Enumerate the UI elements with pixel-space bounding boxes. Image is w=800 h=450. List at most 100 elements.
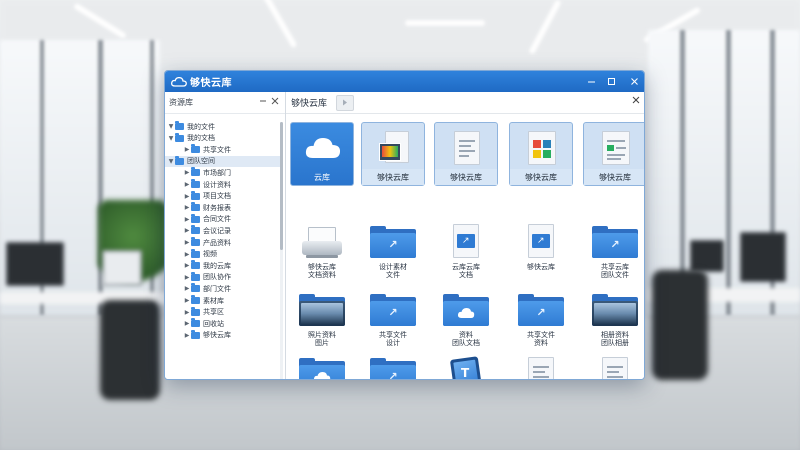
file-thumbnail[interactable] — [583, 354, 644, 379]
file-tile[interactable]: ↗ 设计素材 文件 — [361, 222, 425, 279]
file-caption: 够快云库 文档资料 — [308, 263, 336, 279]
close-pane-button[interactable] — [271, 97, 279, 108]
featured-tile[interactable]: 够快云库 — [509, 122, 573, 186]
file-thumbnail[interactable] — [583, 290, 644, 330]
close-button[interactable] — [624, 71, 644, 92]
file-tile[interactable]: 资料 团队文档 — [434, 290, 498, 347]
file-tile[interactable]: ↗ 云库云库 文档 — [434, 222, 498, 279]
file-thumbnail[interactable]: T — [434, 354, 498, 379]
file-tile[interactable]: ↗ 够快云库 — [509, 222, 573, 271]
tree-item[interactable]: ▶ 会议记录 — [165, 225, 283, 236]
chevron-right-icon[interactable]: ▶ — [183, 285, 191, 292]
chevron-right-icon[interactable]: ▶ — [183, 227, 191, 234]
featured-card[interactable]: 云库 — [290, 122, 354, 186]
tree-item[interactable]: ▼ 我的文件 — [165, 121, 283, 132]
chevron-right-icon[interactable]: ▶ — [183, 332, 191, 339]
featured-tile[interactable]: 够快云库 — [583, 122, 644, 186]
file-caption: 共享文件 设计 — [379, 331, 407, 347]
file-tile[interactable]: T — [434, 354, 498, 379]
tree-item[interactable]: ▶ 部门文件 — [165, 283, 283, 294]
file-thumbnail[interactable]: ↗ — [361, 222, 425, 262]
featured-tile[interactable]: 云库 — [290, 122, 354, 186]
file-thumbnail[interactable] — [290, 222, 354, 262]
tree-item[interactable]: ▶ 项目文档 — [165, 190, 283, 202]
chevron-right-icon[interactable]: ▶ — [183, 274, 191, 281]
new-tab-button[interactable] — [336, 94, 355, 111]
file-tile[interactable]: ↗ 共享云库 团队文件 — [583, 222, 644, 279]
chevron-right-icon[interactable]: ▶ — [183, 204, 191, 211]
file-thumbnail[interactable]: ↗ — [509, 222, 573, 262]
chevron-right-icon[interactable]: ▶ — [183, 146, 191, 153]
file-thumbnail[interactable]: ↗ — [434, 222, 498, 262]
file-tile[interactable]: 照片资料 图片 — [290, 290, 354, 347]
tree-item[interactable]: ▶ 够快云库 — [165, 329, 283, 341]
file-thumbnail[interactable]: ↗ — [361, 354, 425, 379]
featured-card[interactable]: 够快云库 — [434, 122, 498, 186]
file-thumbnail[interactable] — [434, 290, 498, 330]
file-tile[interactable] — [583, 354, 644, 379]
file-thumbnail[interactable]: ↗ — [509, 290, 573, 330]
tree-item[interactable]: ▶ 设计资料 — [165, 179, 283, 190]
chevron-down-icon[interactable]: ▼ — [167, 135, 175, 142]
featured-card[interactable]: 够快云库 — [361, 122, 425, 186]
collapse-pane-button[interactable] — [259, 97, 267, 108]
chevron-right-icon[interactable]: ▶ — [183, 193, 191, 200]
chevron-right-icon[interactable]: ▶ — [183, 262, 191, 269]
tree-item-label: 财务报表 — [203, 203, 231, 212]
chevron-right-icon[interactable]: ▶ — [183, 169, 191, 176]
file-thumbnail[interactable]: ↗ — [361, 290, 425, 330]
tree-item[interactable]: ▶ 视频 — [165, 248, 283, 260]
file-thumbnail[interactable]: ↗ — [583, 222, 644, 262]
file-tile[interactable] — [509, 354, 573, 379]
title-bar[interactable]: 够快云库 — [165, 71, 644, 92]
featured-tile[interactable]: 够快云库 — [434, 122, 498, 186]
file-thumbnail[interactable] — [290, 290, 354, 330]
tree-item[interactable]: ▶ 共享文件 — [165, 144, 283, 155]
featured-tile[interactable]: 够快云库 — [361, 122, 425, 186]
folder-icon — [175, 121, 184, 130]
tree-item[interactable]: ▶ 回收站 — [165, 318, 283, 329]
tree-scrollbar-thumb[interactable] — [280, 122, 283, 250]
maximize-button[interactable] — [601, 71, 621, 92]
file-tile[interactable]: ↗ 共享文件 资料 — [509, 290, 573, 347]
file-tile[interactable] — [290, 354, 354, 379]
tree-scrollbar[interactable] — [280, 122, 283, 379]
chevron-right-icon[interactable]: ▶ — [183, 216, 191, 223]
minimize-button[interactable] — [581, 71, 601, 92]
chevron-down-icon[interactable]: ▼ — [167, 158, 175, 165]
chevron-right-icon[interactable]: ▶ — [183, 251, 191, 258]
photo-folder-icon — [592, 294, 638, 326]
file-thumbnail[interactable] — [509, 354, 573, 379]
chevron-right-icon[interactable]: ▶ — [183, 239, 191, 246]
chevron-down-icon[interactable]: ▼ — [167, 123, 175, 130]
cloud-folder-icon — [443, 294, 489, 326]
file-tile[interactable]: ↗ — [361, 354, 425, 379]
chevron-right-icon[interactable]: ▶ — [183, 181, 191, 188]
tree-item[interactable]: ▶ 财务报表 — [165, 202, 283, 213]
tree-item[interactable]: ▶ 我的云库 — [165, 260, 283, 271]
file-tile[interactable]: ↗ 共享文件 设计 — [361, 290, 425, 347]
tree-item[interactable]: ▶ 合同文件 — [165, 213, 283, 225]
tree-item[interactable]: ▶ 素材库 — [165, 295, 283, 306]
tab-active[interactable]: 够快云库 — [286, 92, 332, 114]
tree-item[interactable]: ▶ 共享区 — [165, 306, 283, 318]
tree-item[interactable]: ▶ 产品资料 — [165, 237, 283, 248]
close-icon — [271, 97, 279, 105]
featured-card[interactable]: 够快云库 — [509, 122, 573, 186]
tab-close-button[interactable] — [632, 96, 640, 107]
folder-icon — [191, 283, 200, 293]
chevron-right-icon[interactable]: ▶ — [183, 320, 191, 327]
featured-card[interactable]: 够快云库 — [583, 122, 644, 186]
tree-item[interactable]: ▶ 市场部门 — [165, 167, 283, 178]
chevron-right-icon[interactable]: ▶ — [183, 297, 191, 304]
file-tile[interactable]: 相册资料 团队相册 — [583, 290, 644, 347]
folder-icon — [191, 225, 200, 235]
tree-item[interactable]: ▼ 我的文档 — [165, 132, 283, 144]
tree-item[interactable]: ▶ 团队协作 — [165, 271, 283, 283]
chevron-right-icon[interactable]: ▶ — [183, 309, 191, 316]
report-icon — [602, 131, 630, 165]
file-thumbnail[interactable] — [290, 354, 354, 379]
tree-item[interactable]: ▼ 团队空间 — [165, 155, 283, 167]
close-icon — [632, 96, 640, 104]
file-tile[interactable]: 够快云库 文档资料 — [290, 222, 354, 279]
